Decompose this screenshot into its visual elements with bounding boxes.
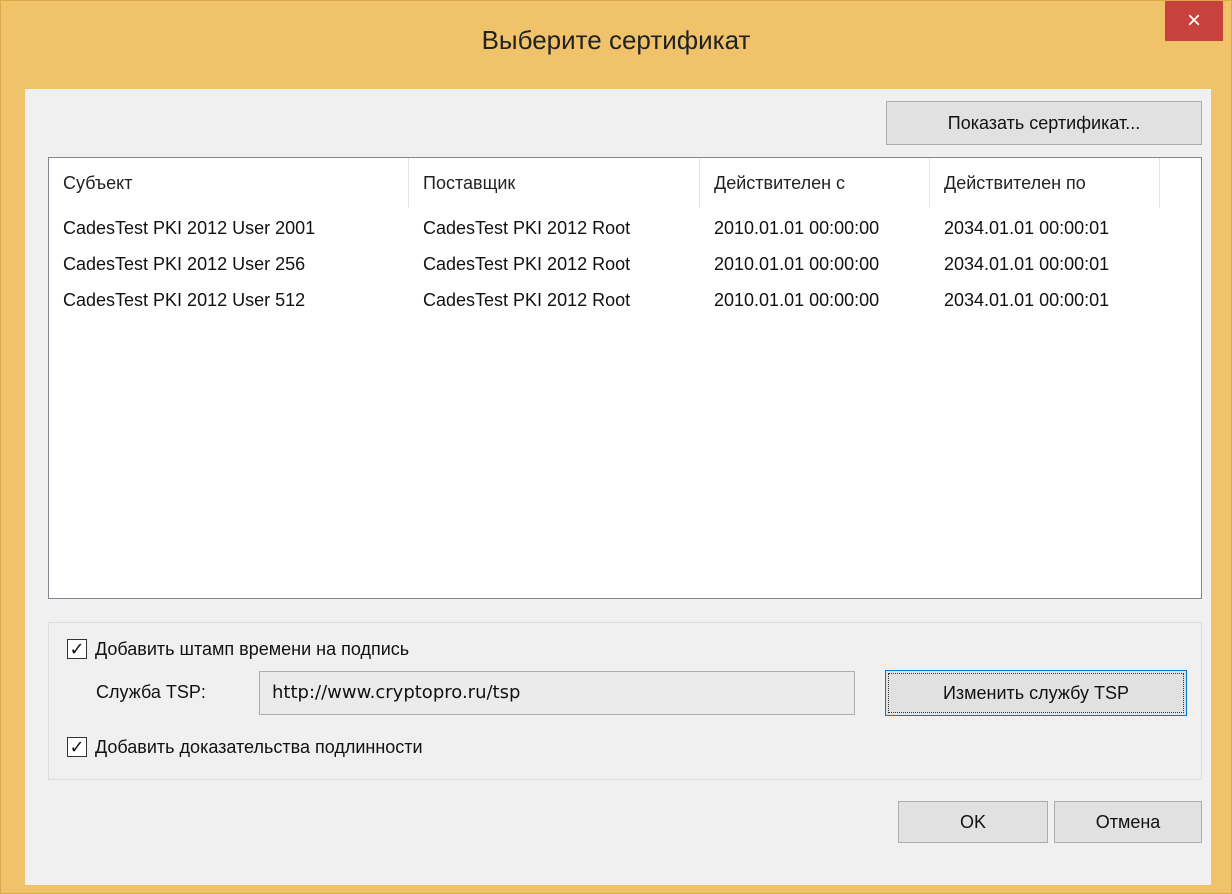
cell-subject: CadesTest PKI 2012 User 512 — [63, 290, 306, 310]
add-timestamp-label: Добавить штамп времени на подпись — [95, 638, 410, 659]
table-row[interactable]: CadesTest PKI 2012 User 512 CadesTest PK… — [49, 282, 1201, 318]
cell-valid-to: 2034.01.01 00:00:01 — [944, 290, 1110, 310]
cell-valid-from: 2010.01.01 00:00:00 — [714, 290, 880, 310]
add-evidence-label: Добавить доказательства подлинности — [95, 736, 423, 757]
certificate-dialog: Выберите сертификат × Показать сертифика… — [0, 0, 1232, 894]
ok-button[interactable]: OK — [898, 801, 1048, 843]
show-certificate-button[interactable]: Показать сертификат... — [886, 101, 1202, 145]
cell-issuer: CadesTest PKI 2012 Root — [423, 218, 631, 238]
add-timestamp-option[interactable]: ✓ Добавить штамп времени на подпись — [67, 635, 409, 663]
checkmark-icon: ✓ — [69, 737, 85, 757]
cell-issuer: CadesTest PKI 2012 Root — [423, 290, 631, 310]
change-tsp-button[interactable]: Изменить службу TSP — [885, 670, 1187, 716]
cell-valid-to: 2034.01.01 00:00:01 — [944, 218, 1110, 238]
cell-valid-from: 2010.01.01 00:00:00 — [714, 254, 880, 274]
close-icon: × — [1186, 7, 1201, 34]
column-header-subject[interactable]: Субъект — [49, 158, 409, 208]
add-timestamp-checkbox[interactable]: ✓ — [67, 639, 87, 659]
checkmark-icon: ✓ — [69, 639, 85, 659]
cell-subject: CadesTest PKI 2012 User 256 — [63, 254, 306, 274]
certificate-list[interactable]: Субъект Поставщик Действителен с Действи… — [48, 157, 1202, 599]
column-header-issuer[interactable]: Поставщик — [409, 158, 700, 208]
tsp-service-label: Служба TSP: — [96, 682, 206, 702]
tsp-service-field[interactable]: http://www.cryptopro.ru/tsp — [259, 671, 855, 715]
cancel-button[interactable]: Отмена — [1054, 801, 1202, 843]
cell-subject: CadesTest PKI 2012 User 2001 — [63, 218, 316, 238]
table-row[interactable]: CadesTest PKI 2012 User 2001 CadesTest P… — [49, 210, 1201, 246]
table-row[interactable]: CadesTest PKI 2012 User 256 CadesTest PK… — [49, 246, 1201, 282]
cell-valid-to: 2034.01.01 00:00:01 — [944, 254, 1110, 274]
list-header: Субъект Поставщик Действителен с Действи… — [49, 158, 1201, 208]
dialog-client: Показать сертификат... Субъект Поставщик… — [25, 89, 1211, 885]
add-evidence-checkbox[interactable]: ✓ — [67, 737, 87, 757]
signature-options-group: ✓ Добавить штамп времени на подпись Служ… — [48, 622, 1202, 780]
title-bar: Выберите сертификат × — [1, 1, 1231, 89]
column-header-valid-to[interactable]: Действителен по — [930, 158, 1160, 208]
cell-valid-from: 2010.01.01 00:00:00 — [714, 218, 880, 238]
dialog-title: Выберите сертификат — [481, 25, 751, 55]
add-evidence-option[interactable]: ✓ Добавить доказательства подлинности — [67, 733, 423, 761]
close-button[interactable]: × — [1165, 1, 1223, 41]
cell-issuer: CadesTest PKI 2012 Root — [423, 254, 631, 274]
column-header-valid-from[interactable]: Действителен с — [700, 158, 930, 208]
